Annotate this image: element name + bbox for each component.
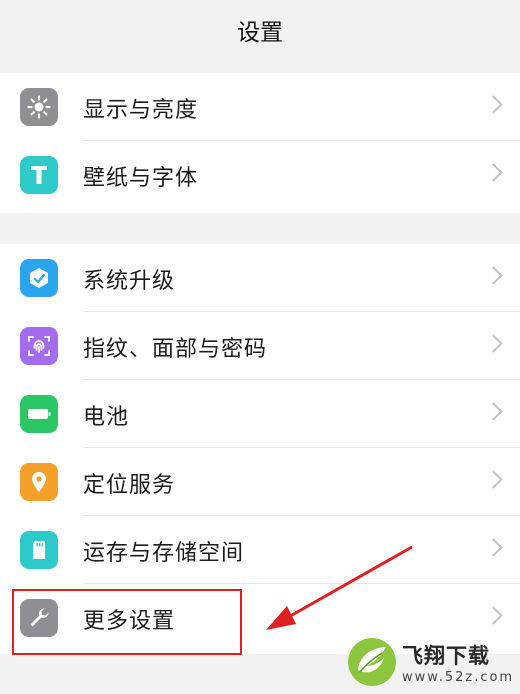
settings-item-memory-storage[interactable]: 运存与存储空间 bbox=[0, 516, 520, 584]
settings-item-location-services[interactable]: 定位服务 bbox=[0, 448, 520, 516]
settings-item-fingerprint-face-password[interactable]: 指纹、面部与密码 bbox=[0, 312, 520, 380]
settings-item-system-update[interactable]: 系统升级 bbox=[0, 244, 520, 312]
watermark-title: 飞翔下载 bbox=[402, 643, 490, 668]
chevron-right-icon bbox=[484, 402, 503, 421]
text-font-icon bbox=[20, 156, 58, 194]
chevron-right-icon bbox=[484, 95, 503, 114]
settings-item-battery[interactable]: 电池 bbox=[0, 380, 520, 448]
watermark-url: www.52z.com bbox=[402, 669, 515, 685]
chevron-right-icon bbox=[484, 266, 503, 285]
settings-item-label: 定位服务 bbox=[83, 473, 176, 498]
settings-item-label: 壁纸与字体 bbox=[83, 166, 199, 191]
header-bar: 设置 bbox=[0, 0, 520, 60]
settings-item-label: 运存与存储空间 bbox=[83, 541, 245, 566]
sd-card-icon bbox=[20, 531, 58, 569]
location-pin-icon bbox=[20, 463, 58, 501]
settings-group-display: 显示与亮度 壁纸与字体 bbox=[0, 73, 520, 213]
chevron-right-icon bbox=[484, 538, 503, 557]
brightness-icon bbox=[20, 88, 58, 126]
system-update-icon bbox=[20, 259, 58, 297]
settings-item-display-brightness[interactable]: 显示与亮度 bbox=[0, 73, 520, 141]
chevron-right-icon bbox=[484, 334, 503, 353]
watermark-logo-icon bbox=[348, 638, 396, 686]
watermark-text: 飞翔下载 www.52z.com bbox=[402, 640, 514, 685]
watermark: 飞翔下载 www.52z.com bbox=[346, 634, 516, 690]
settings-item-label: 系统升级 bbox=[83, 269, 176, 294]
battery-icon bbox=[20, 395, 58, 433]
highlight-box bbox=[12, 589, 242, 655]
settings-item-label: 指纹、面部与密码 bbox=[83, 337, 268, 362]
settings-item-label: 显示与亮度 bbox=[83, 98, 199, 123]
page-title: 设置 bbox=[237, 20, 283, 46]
chevron-right-icon bbox=[484, 470, 503, 489]
fingerprint-icon bbox=[20, 327, 58, 365]
settings-item-wallpaper-font[interactable]: 壁纸与字体 bbox=[0, 141, 520, 209]
settings-item-label: 电池 bbox=[83, 405, 130, 430]
chevron-right-icon bbox=[484, 606, 503, 625]
chevron-right-icon bbox=[484, 163, 503, 182]
